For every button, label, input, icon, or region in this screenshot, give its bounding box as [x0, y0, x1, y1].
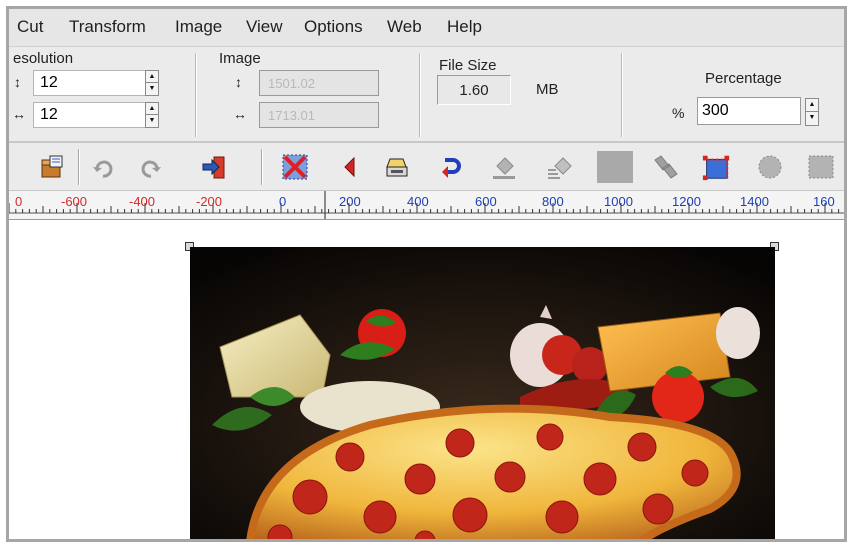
square-icon[interactable]: [806, 152, 836, 182]
ruler-label: 0: [15, 194, 23, 209]
canvas-area[interactable]: [9, 220, 844, 539]
resolution-label: esolution: [13, 50, 74, 67]
ruler-label: -600: [61, 194, 88, 209]
toolbar: [9, 143, 844, 191]
ruler-label: 160: [813, 194, 835, 209]
panel-separator: [195, 53, 197, 137]
height-icon: ↕: [14, 74, 21, 90]
image-width-field: 1713.01: [259, 102, 379, 128]
percent-symbol: %: [672, 105, 685, 121]
ruler-label: 1400: [740, 194, 769, 209]
package-icon[interactable]: [37, 152, 67, 182]
crop-icon[interactable]: [701, 152, 731, 182]
spin-down-icon[interactable]: ▼: [146, 115, 158, 127]
exit-icon[interactable]: [199, 152, 229, 182]
ruler-label: 0: [279, 194, 287, 209]
ruler-label: 800: [542, 194, 564, 209]
settings-panel: esolution ↕ ▲ ▼ ↔ ▲ ▼ Image ↕ 1501.02 ↔ …: [9, 47, 844, 143]
menu-cut[interactable]: Cut: [17, 17, 43, 37]
spin-up-icon[interactable]: ▲: [146, 71, 158, 83]
circle-icon[interactable]: [755, 152, 785, 182]
menu-view[interactable]: View: [246, 17, 283, 37]
menu-options[interactable]: Options: [304, 17, 363, 37]
spin-up-icon[interactable]: ▲: [806, 99, 818, 112]
pattern-icon[interactable]: [651, 152, 681, 182]
toolbar-separator: [78, 149, 80, 185]
image-width-icon: ↔: [233, 106, 247, 122]
menu-transform[interactable]: Transform: [69, 17, 146, 37]
percentage-spinner[interactable]: ▲ ▼: [805, 98, 819, 126]
ruler-label: 1200: [672, 194, 701, 209]
percentage-field[interactable]: [697, 97, 801, 125]
undo-icon[interactable]: [89, 152, 119, 182]
percentage-label: Percentage: [705, 70, 782, 87]
file-size-label: File Size: [439, 57, 497, 74]
ruler-label: 600: [475, 194, 497, 209]
fill-alt-icon[interactable]: [545, 152, 575, 182]
resolution-width-spinner[interactable]: ▲ ▼: [145, 102, 159, 128]
redo-icon[interactable]: [135, 152, 165, 182]
back-icon[interactable]: [335, 152, 365, 182]
rotate-icon[interactable]: [435, 152, 465, 182]
ruler-label: 200: [339, 194, 361, 209]
application-window: Cut Transform Image View Options Web Hel…: [6, 6, 847, 542]
file-size-value: 1.60: [437, 75, 511, 105]
ruler-label: -200: [196, 194, 223, 209]
solid-square-icon[interactable]: [597, 151, 633, 183]
image-height-icon: ↕: [235, 74, 242, 90]
menu-image[interactable]: Image: [175, 17, 222, 37]
delete-icon[interactable]: [280, 152, 310, 182]
ruler-label: -400: [129, 194, 156, 209]
file-size-unit: MB: [536, 81, 559, 98]
ruler-label: 400: [407, 194, 429, 209]
ruler: 0 -600 -400 -200 0 200 400 600 800 1000 …: [9, 191, 844, 220]
menu-web[interactable]: Web: [387, 17, 422, 37]
resolution-height-field[interactable]: [33, 70, 151, 96]
image-label: Image: [219, 50, 261, 67]
image-height-field: 1501.02: [259, 70, 379, 96]
spin-down-icon[interactable]: ▼: [146, 83, 158, 95]
panel-separator: [621, 53, 623, 137]
resolution-width-field[interactable]: [33, 102, 151, 128]
fill-icon[interactable]: [489, 152, 519, 182]
width-icon: ↔: [12, 106, 26, 122]
scanner-icon[interactable]: [382, 152, 412, 182]
menu-bar: Cut Transform Image View Options Web Hel…: [9, 9, 844, 47]
menu-help[interactable]: Help: [447, 17, 482, 37]
spin-up-icon[interactable]: ▲: [146, 103, 158, 115]
resolution-height-spinner[interactable]: ▲ ▼: [145, 70, 159, 96]
spin-down-icon[interactable]: ▼: [806, 112, 818, 125]
pizza-photo[interactable]: [190, 247, 775, 539]
ruler-label: 1000: [604, 194, 633, 209]
panel-separator: [419, 53, 421, 137]
toolbar-separator: [261, 149, 263, 185]
